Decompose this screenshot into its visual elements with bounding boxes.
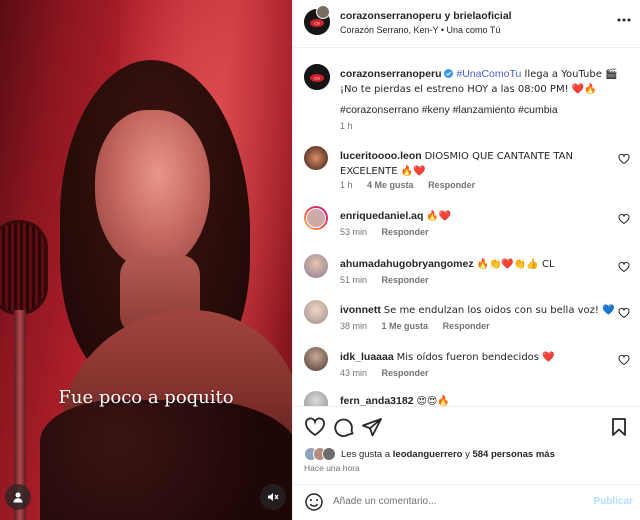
comment-username[interactable]: fern_anda3182 [340, 395, 414, 406]
more-options-icon[interactable] [617, 18, 631, 22]
emoji-picker-icon[interactable] [304, 492, 324, 512]
comment-meta: 38 min 1 Me gusta Responder [340, 321, 502, 331]
comment-avatar[interactable] [304, 347, 328, 371]
post-authors: corazonserranoperu y brielaoficial [340, 10, 512, 22]
comment-username[interactable]: idk_luaaaa [340, 351, 394, 363]
video-subtitle: Fue poco a poquito [58, 387, 234, 408]
singer-face [95, 110, 210, 270]
comment-meta: 51 min Responder [340, 275, 441, 285]
account-name-link[interactable]: corazonserranoperu [340, 10, 442, 22]
comment-username[interactable]: ahumadahugobryangomez [340, 258, 474, 270]
reply-button[interactable]: Responder [443, 321, 490, 331]
post-header: CS corazonserranoperu y brielaoficial Co… [293, 0, 640, 48]
comment-likes[interactable]: 4 Me gusta [367, 180, 414, 190]
comment-time: 1 h [340, 180, 353, 190]
microphone [0, 220, 48, 315]
comment-time: 51 min [340, 275, 368, 285]
caption-hashtags[interactable]: #corazonserrano #keny #lanzamiento #cumb… [340, 103, 615, 117]
caption-username[interactable]: corazonserranoperu [340, 68, 442, 80]
muted-speaker-icon [268, 493, 279, 501]
like-comment-heart-icon[interactable] [618, 307, 630, 319]
svg-text:CS: CS [314, 76, 320, 81]
authors-joiner: y [444, 10, 451, 22]
comment-text: idk_luaaaa Mis oídos fueron bendecidos ❤… [340, 351, 555, 363]
comment-username[interactable]: ivonnett [340, 304, 381, 316]
comment-text: ahumadahugobryangomez 🔥👏❤️👏👍 CL [340, 258, 555, 270]
reply-button[interactable]: Responder [382, 227, 429, 237]
comments-scroll-area[interactable]: CS corazonserranoperu #UnaComoTu llega a… [293, 48, 640, 406]
comment-avatar[interactable] [304, 146, 328, 170]
comment-time: 38 min [340, 321, 368, 331]
person-icon [13, 492, 23, 503]
comment-meta: 43 min Responder [340, 368, 441, 378]
post-timestamp[interactable]: Hace una hora [304, 463, 360, 473]
comment-bubble-icon[interactable] [333, 416, 355, 438]
comment-avatar[interactable] [304, 254, 328, 278]
comment-text: luceritoooo.leon DIOSMIO QUE CANTANTE TA… [340, 150, 573, 177]
tagged-people-button[interactable] [5, 484, 31, 510]
collab-avatars[interactable]: CS [304, 5, 330, 38]
share-paper-plane-icon[interactable] [361, 416, 383, 438]
comment-username[interactable]: luceritoooo.leon [340, 150, 422, 162]
svg-text:CS: CS [314, 21, 320, 26]
caption-avatar[interactable]: CS [304, 64, 330, 90]
comment-time: 43 min [340, 368, 368, 378]
comment-input[interactable]: Añade un comentario... [333, 496, 436, 507]
audio-track-link[interactable]: Corazón Serrano, Ken-Y • Una como Tú [340, 25, 500, 35]
caption-time: 1 h [340, 121, 353, 131]
comment-meta: 53 min Responder [340, 227, 441, 237]
likers-avatars [304, 447, 336, 461]
likes-count[interactable]: 584 personas más [472, 449, 554, 460]
video-player[interactable]: Fue poco a poquito [0, 0, 292, 520]
save-bookmark-icon[interactable] [608, 416, 630, 438]
like-comment-heart-icon[interactable] [618, 261, 630, 273]
comment-avatar[interactable] [304, 391, 328, 406]
likes-prefix: Les gusta a [341, 448, 391, 460]
publish-button[interactable]: Publicar [594, 496, 633, 507]
collaborator-name-link[interactable]: brielaoficial [453, 10, 511, 22]
reply-button[interactable]: Responder [382, 368, 429, 378]
comment-avatar[interactable] [304, 300, 328, 324]
comment-meta: 1 h 4 Me gusta Responder [340, 180, 487, 190]
like-comment-heart-icon[interactable] [618, 213, 630, 225]
reply-button[interactable]: Responder [382, 275, 429, 285]
comment-text: ivonnett Se me endulzan los oidos con su… [340, 304, 615, 316]
caption-hashtag-link[interactable]: #UnaComoTu [456, 68, 521, 80]
brand-logo-icon: CS [304, 64, 330, 90]
comment-likes[interactable]: 1 Me gusta [382, 321, 429, 331]
post-actions: Les gusta a leodanguerrero y 584 persona… [293, 406, 640, 492]
post-sidebar: CS corazonserranoperu y brielaoficial Co… [292, 0, 640, 520]
comment-time: 53 min [340, 227, 368, 237]
comment-composer: Añade un comentario... Publicar [293, 484, 640, 520]
comment-text: enriquedaniel.aq 🔥❤️ [340, 210, 452, 222]
reply-button[interactable]: Responder [428, 180, 475, 190]
likes-summary[interactable]: Les gusta a leodanguerrero y 584 persona… [304, 447, 555, 461]
post-viewer: Fue poco a poquito CS corazonserranoperu… [0, 0, 640, 520]
singer-dress [40, 400, 292, 520]
verified-badge-icon [444, 69, 454, 78]
collaborator-avatar[interactable] [316, 5, 330, 19]
like-comment-heart-icon[interactable] [618, 153, 630, 165]
comment-username[interactable]: enriquedaniel.aq [340, 210, 423, 222]
caption-text: corazonserranoperu #UnaComoTu llega a Yo… [340, 67, 630, 97]
likes-joiner: y [465, 448, 470, 460]
comment-text: fern_anda3182 😍😍🔥 [340, 395, 450, 406]
mute-button[interactable] [260, 484, 286, 510]
liker-username[interactable]: leodanguerrero [393, 449, 463, 460]
like-heart-icon[interactable] [304, 416, 326, 438]
like-comment-heart-icon[interactable] [618, 354, 630, 366]
comment-avatar-story[interactable] [304, 206, 328, 230]
